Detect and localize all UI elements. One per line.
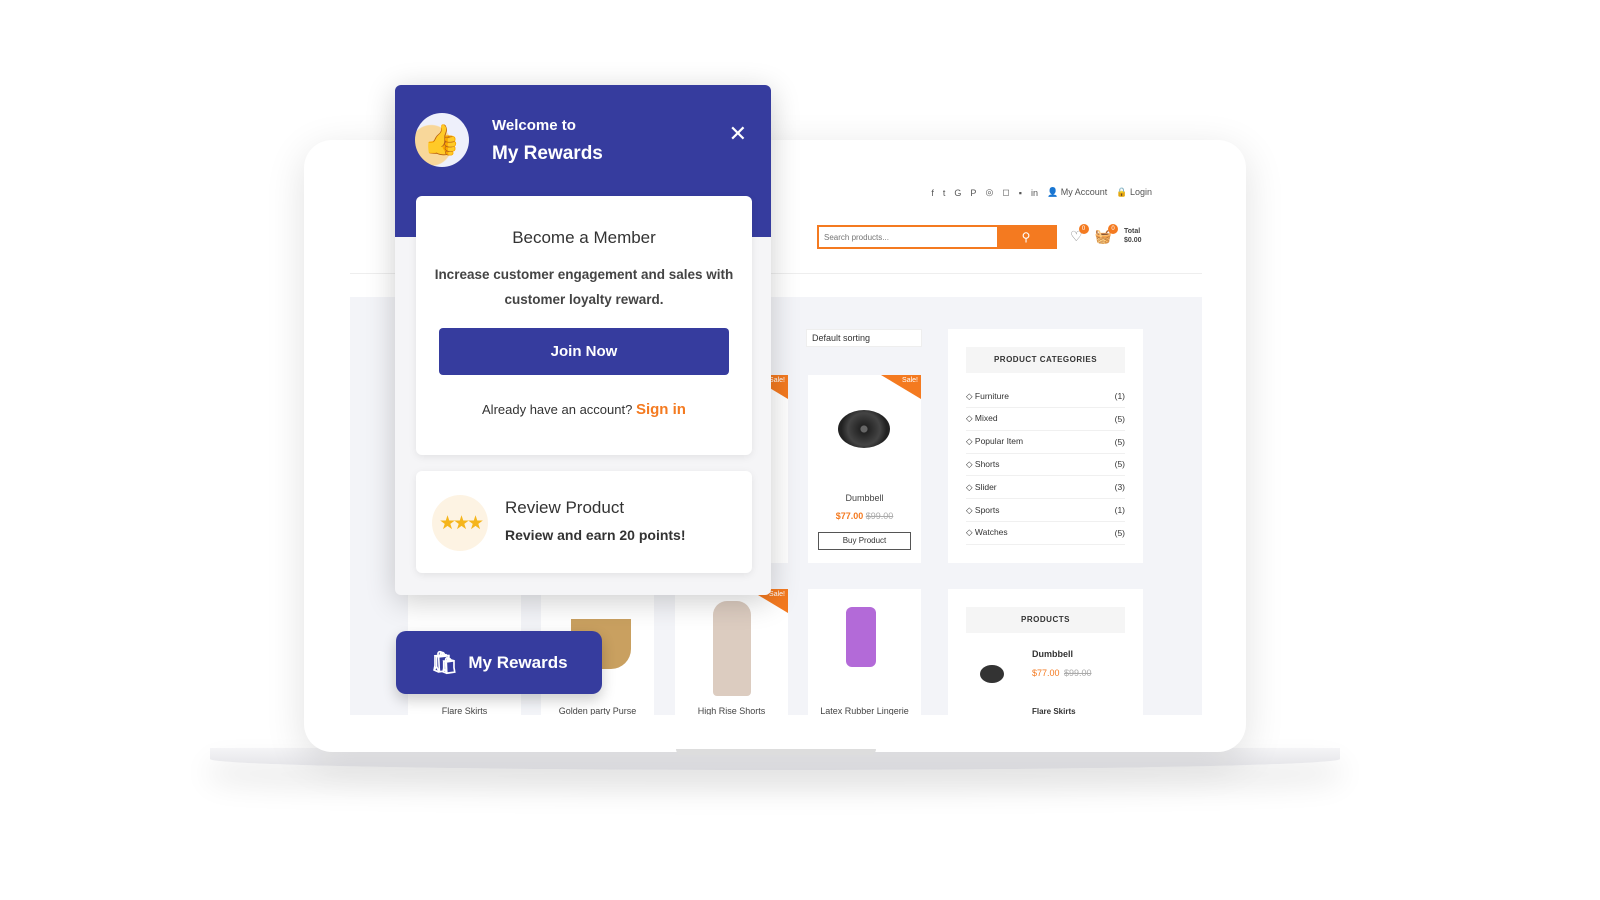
review-text: Review and earn 20 points! bbox=[505, 527, 686, 543]
member-text: Increase customer engagement and sales w… bbox=[434, 267, 734, 307]
category-name: ◇ Popular Item bbox=[966, 436, 1024, 447]
stars-icon: ★★★ bbox=[432, 495, 488, 551]
product-name: Latex Rubber Lingerie bbox=[820, 706, 909, 715]
product-name: Golden party Purse bbox=[558, 706, 637, 715]
widget-product-name[interactable]: Dumbbell bbox=[1032, 649, 1073, 659]
sale-label: Sale! bbox=[769, 591, 785, 598]
header-icons: ♡ 0 🧺 0 Total $0.00 bbox=[1070, 223, 1142, 245]
search-button[interactable]: ⚲ bbox=[997, 227, 1055, 247]
popup-title: My Rewards bbox=[492, 143, 603, 164]
category-count: (5) bbox=[1114, 413, 1125, 424]
wishlist-icon[interactable]: ♡ 0 bbox=[1070, 223, 1089, 245]
widget-old-price: $99.00 bbox=[1063, 668, 1092, 678]
category-count: (3) bbox=[1114, 482, 1125, 493]
search-bar: ⚲ bbox=[817, 225, 1057, 249]
category-count: (5) bbox=[1114, 436, 1125, 447]
category-item[interactable]: ◇ Furniture (1) bbox=[966, 385, 1125, 408]
cart-total: Total $0.00 bbox=[1124, 227, 1142, 245]
total-value: $0.00 bbox=[1124, 237, 1142, 244]
product-price: $77.00 $99.00 bbox=[808, 511, 921, 521]
cart-badge: 0 bbox=[1108, 223, 1118, 234]
product-card[interactable]: Sale! High Rise Shorts bbox=[675, 589, 788, 715]
sale-price: $77.00 bbox=[835, 511, 864, 521]
category-item[interactable]: ◇ Sports (1) bbox=[966, 499, 1125, 522]
sale-label: Sale! bbox=[769, 377, 785, 384]
category-item[interactable]: ◇ Mixed (5) bbox=[966, 408, 1125, 431]
search-icon: ⚲ bbox=[1021, 230, 1031, 244]
model-image bbox=[713, 601, 751, 696]
widget-title: PRODUCT CATEGORIES bbox=[966, 347, 1125, 373]
google-plus-icon[interactable]: G bbox=[954, 188, 961, 198]
dumbbell-image bbox=[838, 410, 890, 448]
search-input[interactable] bbox=[819, 227, 997, 247]
review-product-card[interactable]: ★★★ Review Product Review and earn 20 po… bbox=[416, 471, 752, 573]
close-icon[interactable]: ✕ bbox=[729, 121, 747, 147]
category-item[interactable]: ◇ Watches (5) bbox=[966, 522, 1125, 545]
category-count: (1) bbox=[1114, 391, 1125, 401]
category-item[interactable]: ◇ Shorts (5) bbox=[966, 453, 1125, 477]
category-count: (5) bbox=[1114, 527, 1125, 538]
product-name: Dumbbell bbox=[845, 493, 884, 503]
old-price: $99.00 bbox=[865, 511, 894, 521]
category-name: ◇ Watches bbox=[966, 527, 1008, 538]
facebook-icon[interactable]: f bbox=[931, 188, 934, 198]
already-account-text: Already have an account? bbox=[482, 402, 633, 417]
buy-product-button[interactable]: Buy Product bbox=[818, 532, 911, 550]
category-name: ◇ Slider bbox=[966, 481, 997, 492]
product-card-dumbbell[interactable]: Sale! Dumbbell $77.00 $99.00 Buy Product bbox=[808, 375, 921, 563]
sale-label: Sale! bbox=[902, 377, 918, 384]
category-item[interactable]: ◇ Popular Item (5) bbox=[966, 431, 1125, 454]
review-heading: Review Product bbox=[505, 498, 625, 517]
product-name: Flare Skirts bbox=[441, 706, 488, 715]
pinterest-icon[interactable]: P bbox=[970, 188, 976, 198]
stroller-image bbox=[846, 607, 876, 667]
widget-product-name[interactable]: Flare Skirts bbox=[1032, 707, 1076, 715]
linkedin-icon[interactable]: in bbox=[1031, 188, 1038, 198]
welcome-text: Welcome to bbox=[492, 117, 576, 134]
dumbbell-thumb bbox=[980, 665, 1004, 683]
thumbs-up-icon: 👍 bbox=[415, 113, 469, 167]
widget-price: $77.00 bbox=[1032, 668, 1060, 678]
member-heading: Become a Member bbox=[512, 228, 656, 247]
category-name: ◇ Furniture bbox=[966, 390, 1009, 401]
product-categories-widget: PRODUCT CATEGORIES ◇ Furniture (1) ◇ Mixed… bbox=[948, 329, 1143, 563]
sign-in-link[interactable]: Sign in bbox=[636, 401, 686, 418]
sorting-select[interactable]: Default sorting bbox=[806, 329, 922, 347]
my-account-label: My Account bbox=[1060, 187, 1108, 197]
wishlist-badge: 0 bbox=[1078, 223, 1089, 234]
laptop-notch bbox=[676, 749, 876, 755]
category-name: ◇ Mixed bbox=[966, 413, 998, 424]
cart-icon[interactable]: 🧺 0 bbox=[1095, 223, 1118, 245]
dribbble-icon[interactable]: ◎ bbox=[985, 187, 993, 198]
category-count: (5) bbox=[1114, 459, 1125, 470]
twitter-icon[interactable]: t bbox=[943, 188, 946, 198]
member-card: Become a Member Increase customer engage… bbox=[416, 196, 752, 455]
top-bar: f t G P ◎ ◻ ▪ in 👤 My Account 🔒 Login bbox=[931, 187, 1152, 198]
rewards-popup: 👍 Welcome to My Rewards ✕ Become a Membe… bbox=[395, 85, 771, 595]
join-now-button[interactable]: Join Now bbox=[439, 328, 729, 375]
gift-bag-icon: 🛍 bbox=[430, 649, 459, 675]
category-name: ◇ Sports bbox=[966, 504, 1000, 515]
category-item[interactable]: ◇ Slider (3) bbox=[966, 476, 1125, 500]
category-name: ◇ Shorts bbox=[966, 458, 1000, 469]
total-label: Total bbox=[1124, 228, 1141, 235]
instagram-icon[interactable]: ◻ bbox=[1002, 187, 1009, 198]
flickr-icon[interactable]: ▪ bbox=[1019, 188, 1022, 198]
login-link[interactable]: 🔒 Login bbox=[1116, 187, 1152, 198]
my-account-link[interactable]: 👤 My Account bbox=[1047, 187, 1107, 198]
login-label: Login bbox=[1129, 187, 1152, 197]
product-card[interactable]: Latex Rubber Lingerie bbox=[808, 589, 921, 715]
products-widget: PRODUCTS Dumbbell $77.00 $99.00 Flare Sk… bbox=[948, 589, 1143, 715]
product-name: High Rise Shorts bbox=[697, 706, 766, 715]
launcher-label: My Rewards bbox=[468, 652, 568, 672]
my-rewards-launcher[interactable]: 🛍 My Rewards bbox=[396, 631, 602, 694]
widget-title: PRODUCTS bbox=[966, 607, 1125, 633]
category-count: (1) bbox=[1114, 505, 1125, 515]
